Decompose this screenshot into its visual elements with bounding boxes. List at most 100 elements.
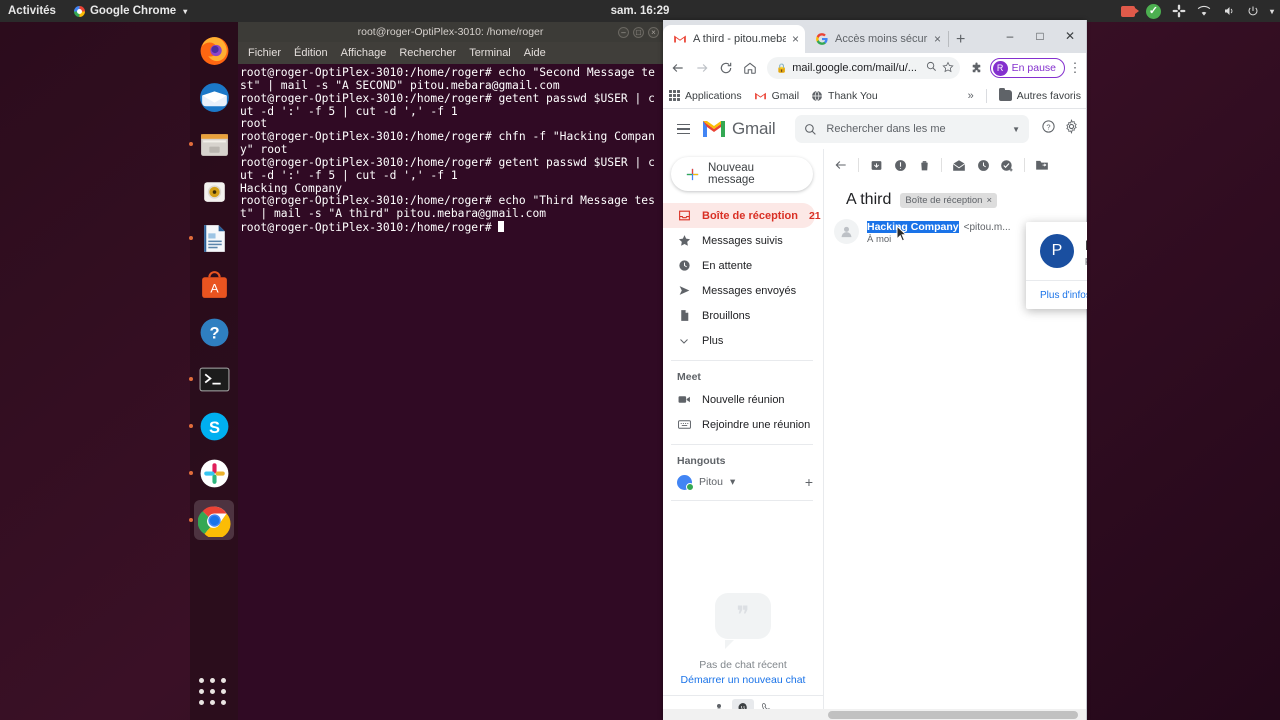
sidebar-item-new-meeting[interactable]: Nouvelle réunion <box>663 387 815 412</box>
delete-icon[interactable] <box>913 154 935 176</box>
add-contact-button[interactable]: + <box>805 474 813 490</box>
more-info-link[interactable]: Plus d'infos <box>1040 290 1087 301</box>
horizontal-scrollbar[interactable] <box>663 709 1087 720</box>
start-new-chat-link[interactable]: Démarrer un nouveau chat <box>663 674 823 686</box>
activities-button[interactable]: Activités <box>8 5 56 17</box>
bookmark-thank-you[interactable]: Thank You <box>811 90 878 102</box>
bookmark-applications[interactable]: Applications <box>669 90 742 102</box>
search-input[interactable]: Rechercher dans les me ▼ <box>795 115 1029 143</box>
dock-item-rhythmbox[interactable] <box>194 171 234 211</box>
check-circle-icon[interactable]: ✓ <box>1145 3 1161 19</box>
sidebar-item-drafts[interactable]: Brouillons <box>663 303 815 328</box>
close-button[interactable]: ✕ <box>1055 24 1085 48</box>
mail-toolbar <box>824 149 1087 181</box>
close-icon[interactable]: × <box>986 195 992 206</box>
new-tab-button[interactable]: + <box>956 31 965 49</box>
maximize-button[interactable]: □ <box>633 26 644 38</box>
terminal-output[interactable]: root@roger-OptiPlex-3010:/home/roger# ec… <box>238 64 663 720</box>
kebab-menu-icon[interactable]: ⋮ <box>1067 60 1083 76</box>
snooze-icon[interactable] <box>972 154 994 176</box>
show-applications-button[interactable] <box>199 678 229 708</box>
address-bar[interactable]: 🔒 mail.google.com/mail/u/... <box>767 57 960 79</box>
ubuntu-software-icon: A <box>201 270 227 298</box>
hangouts-user-row[interactable]: Pitou ▾ + <box>663 471 823 493</box>
gmail-logo[interactable]: Gmail <box>701 119 776 139</box>
close-icon[interactable]: × <box>792 32 799 46</box>
sidebar-item-snoozed[interactable]: En attente <box>663 253 815 278</box>
profile-button[interactable]: R En pause <box>989 58 1065 78</box>
close-button[interactable]: × <box>648 26 659 38</box>
menu-terminal[interactable]: Terminal <box>469 47 511 59</box>
screen-recording-icon[interactable] <box>1120 5 1139 17</box>
menu-aide[interactable]: Aide <box>524 47 546 59</box>
forward-button[interactable] <box>691 57 713 79</box>
dock-item-chrome[interactable] <box>189 500 234 540</box>
sidebar-item-label: Plus <box>702 334 724 347</box>
close-icon[interactable]: × <box>934 32 941 46</box>
extensions-icon[interactable] <box>966 57 988 79</box>
sidebar-item-more[interactable]: Plus <box>663 328 815 353</box>
tab-google-security[interactable]: Accès moins sécuris × <box>805 25 947 53</box>
bookmarks-overflow-button[interactable]: » <box>968 90 974 102</box>
terminal-titlebar[interactable]: root@roger-OptiPlex-3010: /home/roger – … <box>238 22 663 42</box>
dock-item-terminal[interactable] <box>189 359 234 399</box>
add-to-tasks-icon[interactable] <box>996 154 1018 176</box>
app-menu-button[interactable]: Google Chrome ▾ <box>73 5 187 17</box>
wifi-icon[interactable] <box>1197 5 1211 17</box>
menu-edition[interactable]: Édition <box>294 47 328 59</box>
running-indicator <box>189 236 193 240</box>
back-arrow-icon[interactable] <box>830 154 852 176</box>
sidebar-item-starred[interactable]: Messages suivis <box>663 228 815 253</box>
slack-icon <box>200 459 228 487</box>
avatar[interactable] <box>834 219 859 244</box>
menu-rechercher[interactable]: Rechercher <box>399 47 456 59</box>
sidebar-item-sent[interactable]: Messages envoyés <box>663 278 815 303</box>
minimize-button[interactable]: – <box>618 26 629 38</box>
menu-fichier[interactable]: Fichier <box>248 47 281 59</box>
dock-item-firefox[interactable] <box>194 30 234 70</box>
power-icon[interactable] <box>1247 5 1259 17</box>
search-options-icon[interactable]: ▼ <box>1012 125 1020 134</box>
reload-button[interactable] <box>715 57 737 79</box>
dock-item-slack[interactable] <box>189 453 234 493</box>
bookmark-label: Thank You <box>828 89 878 102</box>
main-menu-icon[interactable] <box>671 117 695 141</box>
chrome-icon <box>73 5 85 17</box>
report-spam-icon[interactable] <box>889 154 911 176</box>
mark-unread-icon[interactable] <box>948 154 970 176</box>
dock-item-skype[interactable]: S <box>189 406 234 446</box>
compose-button[interactable]: Nouveau message <box>671 157 813 191</box>
chevron-down-icon[interactable]: ▾ <box>1270 7 1274 16</box>
minimize-button[interactable]: – <box>995 24 1025 48</box>
clock[interactable]: sam. 16:29 <box>611 5 670 17</box>
chevron-down-icon[interactable]: ▾ <box>730 476 735 488</box>
volume-icon[interactable] <box>1222 5 1236 17</box>
label-chip-inbox[interactable]: Boîte de réception × <box>900 192 998 208</box>
plus-icon <box>685 167 700 182</box>
menu-affichage[interactable]: Affichage <box>341 47 387 59</box>
sidebar-item-inbox[interactable]: Boîte de réception 21 <box>663 203 821 228</box>
other-bookmarks-button[interactable]: Autres favoris <box>998 87 1081 102</box>
dock-item-thunderbird[interactable] <box>194 77 234 117</box>
archive-icon[interactable] <box>865 154 887 176</box>
help-icon[interactable]: ? <box>1041 119 1056 139</box>
scrollbar-thumb[interactable] <box>828 711 1078 719</box>
dock-item-libreoffice-writer[interactable] <box>189 218 234 258</box>
running-indicator <box>189 377 193 381</box>
slack-icon[interactable] <box>1172 4 1186 18</box>
back-button[interactable] <box>667 57 689 79</box>
dock-item-ubuntu-software[interactable]: A <box>194 265 234 305</box>
sidebar-item-label: Messages envoyés <box>702 284 797 297</box>
home-button[interactable] <box>739 57 761 79</box>
dock-item-help[interactable]: ? <box>194 312 234 352</box>
sidebar-item-join-meeting[interactable]: Rejoindre une réunion <box>663 412 815 437</box>
settings-gear-icon[interactable] <box>1064 119 1079 139</box>
bookmark-star-icon[interactable] <box>942 61 954 76</box>
bookmark-gmail[interactable]: Gmail <box>754 90 799 102</box>
search-icon[interactable] <box>926 61 937 75</box>
tab-gmail[interactable]: A third - pitou.meba × <box>663 25 805 53</box>
dock-item-files[interactable] <box>189 124 234 164</box>
sender-name[interactable]: Hacking Company <box>867 221 959 233</box>
move-to-icon[interactable] <box>1031 154 1053 176</box>
maximize-button[interactable]: □ <box>1025 24 1055 48</box>
